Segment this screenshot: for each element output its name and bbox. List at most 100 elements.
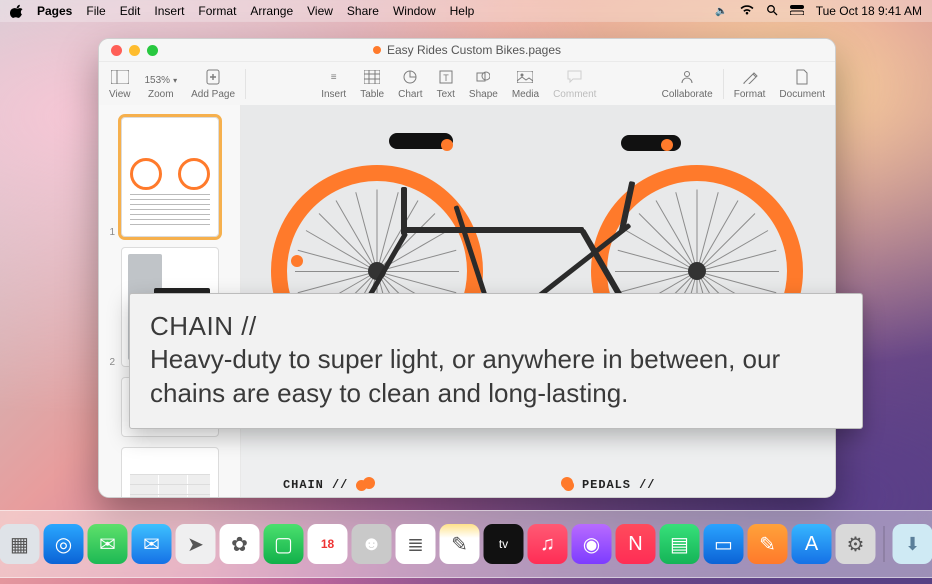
dock-downloads[interactable]: ⬇ bbox=[893, 524, 932, 564]
dock-mail[interactable]: ✉ bbox=[132, 524, 172, 564]
dock-messages[interactable]: ✉ bbox=[88, 524, 128, 564]
dock-podcasts[interactable]: ◉ bbox=[572, 524, 612, 564]
menu-share[interactable]: Share bbox=[347, 4, 379, 18]
pedals-heading: PEDALS // bbox=[582, 477, 655, 493]
dock-maps[interactable]: ➤ bbox=[176, 524, 216, 564]
toolbar-label: Add Page bbox=[191, 89, 235, 100]
dock-appstore[interactable]: A bbox=[792, 524, 832, 564]
titlebar[interactable]: Easy Rides Custom Bikes.pages bbox=[99, 39, 835, 62]
apple-menu[interactable] bbox=[10, 4, 23, 18]
menu-window[interactable]: Window bbox=[393, 4, 436, 18]
text-icon: T bbox=[437, 68, 455, 86]
menu-view[interactable]: View bbox=[307, 4, 333, 18]
toolbar-label: Document bbox=[779, 89, 825, 100]
collaborate-button[interactable]: Collaborate bbox=[662, 68, 713, 100]
shape-icon bbox=[474, 68, 492, 86]
app-name[interactable]: Pages bbox=[37, 4, 72, 18]
spotlight-icon[interactable] bbox=[766, 4, 778, 19]
media-icon bbox=[516, 68, 534, 86]
callout-dot bbox=[291, 255, 303, 267]
page-number: 2 bbox=[110, 357, 116, 368]
toolbar: View 153% Zoom Add Page ≡ Insert Table Ch… bbox=[99, 62, 835, 107]
menubar: Pages File Edit Insert Format Arrange Vi… bbox=[0, 0, 932, 22]
body-columns: CHAIN // Heavy-duty to super light, or a… bbox=[283, 477, 793, 497]
page-number: 1 bbox=[110, 227, 116, 238]
dock-photos[interactable]: ✿ bbox=[220, 524, 260, 564]
wifi-icon[interactable] bbox=[740, 5, 754, 18]
toolbar-label: Comment bbox=[553, 89, 596, 100]
toolbar-label: Table bbox=[360, 89, 384, 100]
media-button[interactable]: Media bbox=[512, 68, 539, 100]
dock-safari[interactable]: ◎ bbox=[44, 524, 84, 564]
callout-dot bbox=[563, 480, 574, 491]
comment-icon bbox=[566, 68, 584, 86]
menu-edit[interactable]: Edit bbox=[120, 4, 141, 18]
plus-page-icon bbox=[204, 68, 222, 86]
collaborate-icon bbox=[678, 68, 696, 86]
callout-dot bbox=[661, 139, 673, 151]
menu-arrange[interactable]: Arrange bbox=[250, 4, 293, 18]
toolbar-label: Collaborate bbox=[662, 89, 713, 100]
document-title: Easy Rides Custom Bikes.pages bbox=[99, 43, 835, 57]
callout-dot bbox=[356, 480, 367, 491]
dock-separator bbox=[884, 526, 885, 562]
control-center-icon[interactable] bbox=[790, 5, 804, 18]
page-thumbnail[interactable]: 1 bbox=[121, 117, 219, 237]
dock-pages[interactable]: ✎ bbox=[748, 524, 788, 564]
shape-button[interactable]: Shape bbox=[469, 68, 498, 100]
pages-window: Easy Rides Custom Bikes.pages View 153% … bbox=[98, 38, 836, 498]
menu-format[interactable]: Format bbox=[198, 4, 236, 18]
hover-text-overlay: CHAIN // Heavy-duty to super light, or a… bbox=[129, 293, 863, 429]
toolbar-label: Shape bbox=[469, 89, 498, 100]
dock-keynote[interactable]: ▭ bbox=[704, 524, 744, 564]
view-button[interactable]: View bbox=[109, 68, 131, 100]
format-icon bbox=[741, 68, 759, 86]
dock-music[interactable]: ♫ bbox=[528, 524, 568, 564]
chain-column[interactable]: CHAIN // Heavy-duty to super light, or a… bbox=[283, 477, 513, 497]
pedals-column[interactable]: PEDALS // Clip-in. Flat. Race worthy. Me… bbox=[563, 477, 793, 497]
svg-text:T: T bbox=[443, 73, 449, 83]
callout-dot bbox=[441, 139, 453, 151]
dock-news[interactable]: N bbox=[616, 524, 656, 564]
dock-reminders[interactable]: ≣ bbox=[396, 524, 436, 564]
page-thumbnail[interactable]: 4 bbox=[121, 447, 219, 497]
dock-tv[interactable]: tv bbox=[484, 524, 524, 564]
dock-calendar[interactable]: 18 bbox=[308, 524, 348, 564]
toolbar-label: Chart bbox=[398, 89, 422, 100]
menu-file[interactable]: File bbox=[86, 4, 105, 18]
table-icon bbox=[363, 68, 381, 86]
text-button[interactable]: T Text bbox=[437, 68, 455, 100]
dock-notes[interactable]: ✎ bbox=[440, 524, 480, 564]
comment-button: Comment bbox=[553, 68, 596, 100]
document-proxy-icon[interactable] bbox=[373, 46, 381, 54]
document-button[interactable]: Document bbox=[779, 68, 825, 100]
toolbar-separator bbox=[245, 69, 246, 99]
chart-button[interactable]: Chart bbox=[398, 68, 422, 100]
toolbar-label: Media bbox=[512, 89, 539, 100]
dock-numbers[interactable]: ▤ bbox=[660, 524, 700, 564]
zoom-value: 153% bbox=[145, 75, 178, 86]
hover-text-body: Heavy-duty to super light, or anywhere i… bbox=[150, 343, 842, 410]
dock-facetime[interactable]: ▢ bbox=[264, 524, 304, 564]
toolbar-label: Text bbox=[437, 89, 455, 100]
insert-icon: ≡ bbox=[325, 68, 343, 86]
toolbar-separator bbox=[723, 69, 724, 99]
dock: ☺▦◎✉✉➤✿▢18☻≣✎tv♫◉N▤▭✎A⚙⬇🗑 bbox=[0, 510, 932, 578]
hover-text-title: CHAIN // bbox=[150, 310, 842, 343]
menubar-clock[interactable]: Tue Oct 18 9:41 AM bbox=[816, 4, 922, 18]
menu-help[interactable]: Help bbox=[450, 4, 475, 18]
insert-button[interactable]: ≡ Insert bbox=[321, 68, 346, 100]
dock-contacts[interactable]: ☻ bbox=[352, 524, 392, 564]
chart-icon bbox=[401, 68, 419, 86]
toolbar-label: Insert bbox=[321, 89, 346, 100]
table-button[interactable]: Table bbox=[360, 68, 384, 100]
menu-insert[interactable]: Insert bbox=[154, 4, 184, 18]
add-page-button[interactable]: Add Page bbox=[191, 68, 235, 100]
dock-system-settings[interactable]: ⚙ bbox=[836, 524, 876, 564]
toolbar-label: Format bbox=[734, 89, 766, 100]
zoom-button[interactable]: 153% Zoom bbox=[145, 75, 178, 100]
speaker-icon[interactable]: 🔈 bbox=[715, 6, 727, 17]
dock-launchpad[interactable]: ▦ bbox=[0, 524, 40, 564]
toolbar-label: Zoom bbox=[148, 89, 174, 100]
format-button[interactable]: Format bbox=[734, 68, 766, 100]
